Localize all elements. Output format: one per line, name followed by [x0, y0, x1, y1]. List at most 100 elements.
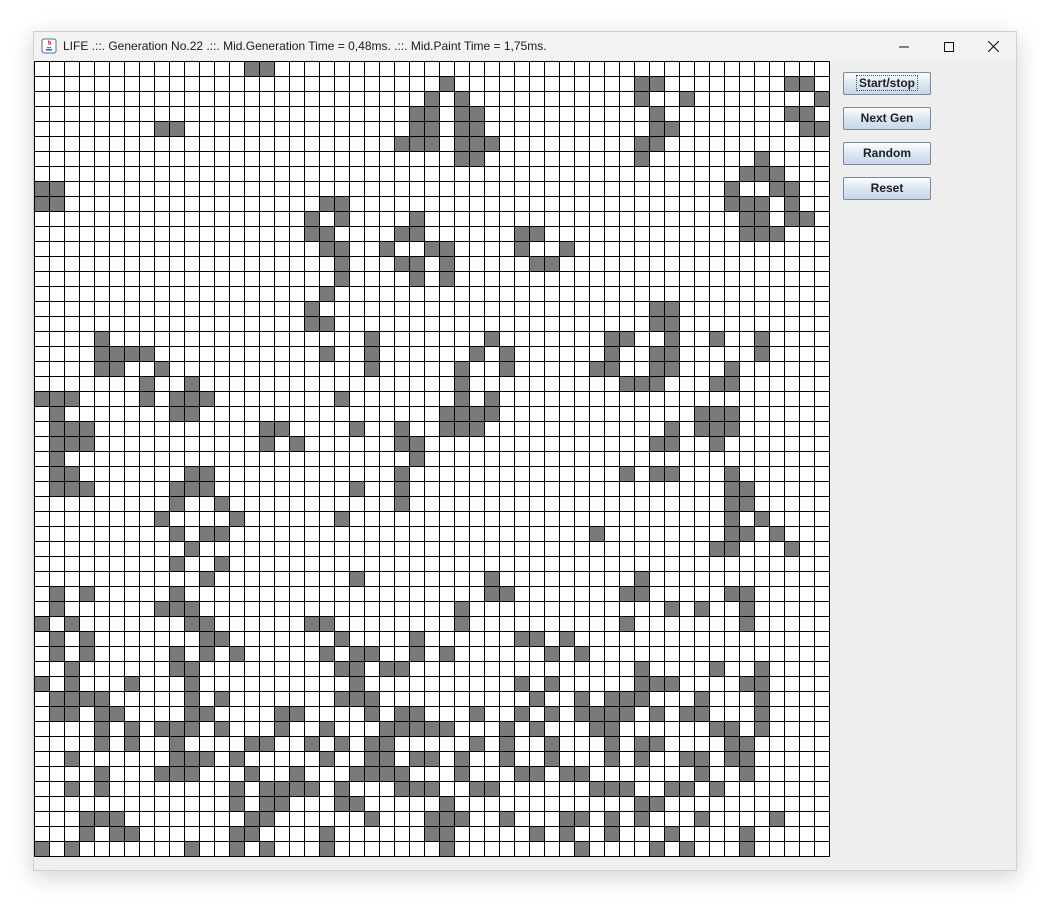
live-cell[interactable]: [334, 256, 350, 272]
live-cell[interactable]: [424, 136, 440, 152]
live-cell[interactable]: [499, 811, 515, 827]
live-cell[interactable]: [199, 631, 215, 647]
live-cell[interactable]: [169, 481, 185, 497]
live-cell[interactable]: [649, 301, 665, 317]
live-cell[interactable]: [154, 121, 170, 137]
live-cell[interactable]: [514, 241, 530, 257]
live-cell[interactable]: [469, 781, 485, 797]
live-cell[interactable]: [634, 691, 650, 707]
live-cell[interactable]: [349, 421, 365, 437]
live-cell[interactable]: [184, 691, 200, 707]
minimize-button[interactable]: [881, 32, 926, 61]
live-cell[interactable]: [229, 841, 245, 857]
live-cell[interactable]: [184, 706, 200, 722]
live-cell[interactable]: [49, 391, 65, 407]
live-cell[interactable]: [319, 826, 335, 842]
live-cell[interactable]: [499, 736, 515, 752]
live-cell[interactable]: [664, 436, 680, 452]
live-cell[interactable]: [34, 841, 50, 857]
live-cell[interactable]: [94, 811, 110, 827]
live-cell[interactable]: [454, 601, 470, 617]
life-grid-canvas[interactable]: [34, 61, 830, 857]
live-cell[interactable]: [529, 766, 545, 782]
live-cell[interactable]: [409, 451, 425, 467]
live-cell[interactable]: [229, 751, 245, 767]
live-cell[interactable]: [109, 361, 125, 377]
live-cell[interactable]: [769, 811, 785, 827]
live-cell[interactable]: [634, 586, 650, 602]
live-cell[interactable]: [334, 211, 350, 227]
live-cell[interactable]: [634, 811, 650, 827]
live-cell[interactable]: [574, 706, 590, 722]
live-cell[interactable]: [364, 811, 380, 827]
live-cell[interactable]: [199, 706, 215, 722]
live-cell[interactable]: [694, 691, 710, 707]
live-cell[interactable]: [529, 721, 545, 737]
live-cell[interactable]: [514, 226, 530, 242]
live-cell[interactable]: [259, 436, 275, 452]
live-cell[interactable]: [364, 331, 380, 347]
live-cell[interactable]: [784, 211, 800, 227]
live-cell[interactable]: [364, 361, 380, 377]
live-cell[interactable]: [724, 406, 740, 422]
live-cell[interactable]: [559, 631, 575, 647]
live-cell[interactable]: [304, 781, 320, 797]
live-cell[interactable]: [334, 736, 350, 752]
live-cell[interactable]: [394, 436, 410, 452]
live-cell[interactable]: [754, 706, 770, 722]
live-cell[interactable]: [769, 226, 785, 242]
live-cell[interactable]: [454, 406, 470, 422]
live-cell[interactable]: [649, 676, 665, 692]
live-cell[interactable]: [679, 841, 695, 857]
live-cell[interactable]: [214, 691, 230, 707]
live-cell[interactable]: [94, 721, 110, 737]
live-cell[interactable]: [409, 751, 425, 767]
live-cell[interactable]: [424, 751, 440, 767]
live-cell[interactable]: [319, 751, 335, 767]
live-cell[interactable]: [694, 811, 710, 827]
live-cell[interactable]: [154, 766, 170, 782]
live-cell[interactable]: [169, 556, 185, 572]
live-cell[interactable]: [49, 586, 65, 602]
live-cell[interactable]: [379, 241, 395, 257]
live-cell[interactable]: [259, 421, 275, 437]
live-cell[interactable]: [154, 721, 170, 737]
live-cell[interactable]: [424, 121, 440, 137]
live-cell[interactable]: [724, 511, 740, 527]
live-cell[interactable]: [469, 706, 485, 722]
live-cell[interactable]: [394, 706, 410, 722]
live-cell[interactable]: [424, 781, 440, 797]
live-cell[interactable]: [184, 601, 200, 617]
live-cell[interactable]: [769, 526, 785, 542]
live-cell[interactable]: [724, 736, 740, 752]
live-cell[interactable]: [229, 511, 245, 527]
live-cell[interactable]: [424, 91, 440, 107]
live-cell[interactable]: [409, 721, 425, 737]
live-cell[interactable]: [754, 211, 770, 227]
live-cell[interactable]: [244, 736, 260, 752]
live-cell[interactable]: [184, 766, 200, 782]
live-cell[interactable]: [64, 676, 80, 692]
live-cell[interactable]: [664, 466, 680, 482]
live-cell[interactable]: [649, 706, 665, 722]
live-cell[interactable]: [184, 541, 200, 557]
live-cell[interactable]: [214, 721, 230, 737]
live-cell[interactable]: [724, 376, 740, 392]
live-cell[interactable]: [259, 841, 275, 857]
live-cell[interactable]: [619, 616, 635, 632]
live-cell[interactable]: [619, 691, 635, 707]
live-cell[interactable]: [784, 196, 800, 212]
title-bar[interactable]: LIFE .::. Generation No.22 .::. Mid.Gene…: [34, 32, 1016, 61]
live-cell[interactable]: [94, 331, 110, 347]
live-cell[interactable]: [559, 826, 575, 842]
live-cell[interactable]: [319, 616, 335, 632]
live-cell[interactable]: [739, 841, 755, 857]
live-cell[interactable]: [394, 256, 410, 272]
live-cell[interactable]: [529, 226, 545, 242]
live-cell[interactable]: [739, 196, 755, 212]
live-cell[interactable]: [619, 466, 635, 482]
live-cell[interactable]: [694, 601, 710, 617]
live-cell[interactable]: [64, 436, 80, 452]
live-cell[interactable]: [754, 226, 770, 242]
live-cell[interactable]: [184, 406, 200, 422]
